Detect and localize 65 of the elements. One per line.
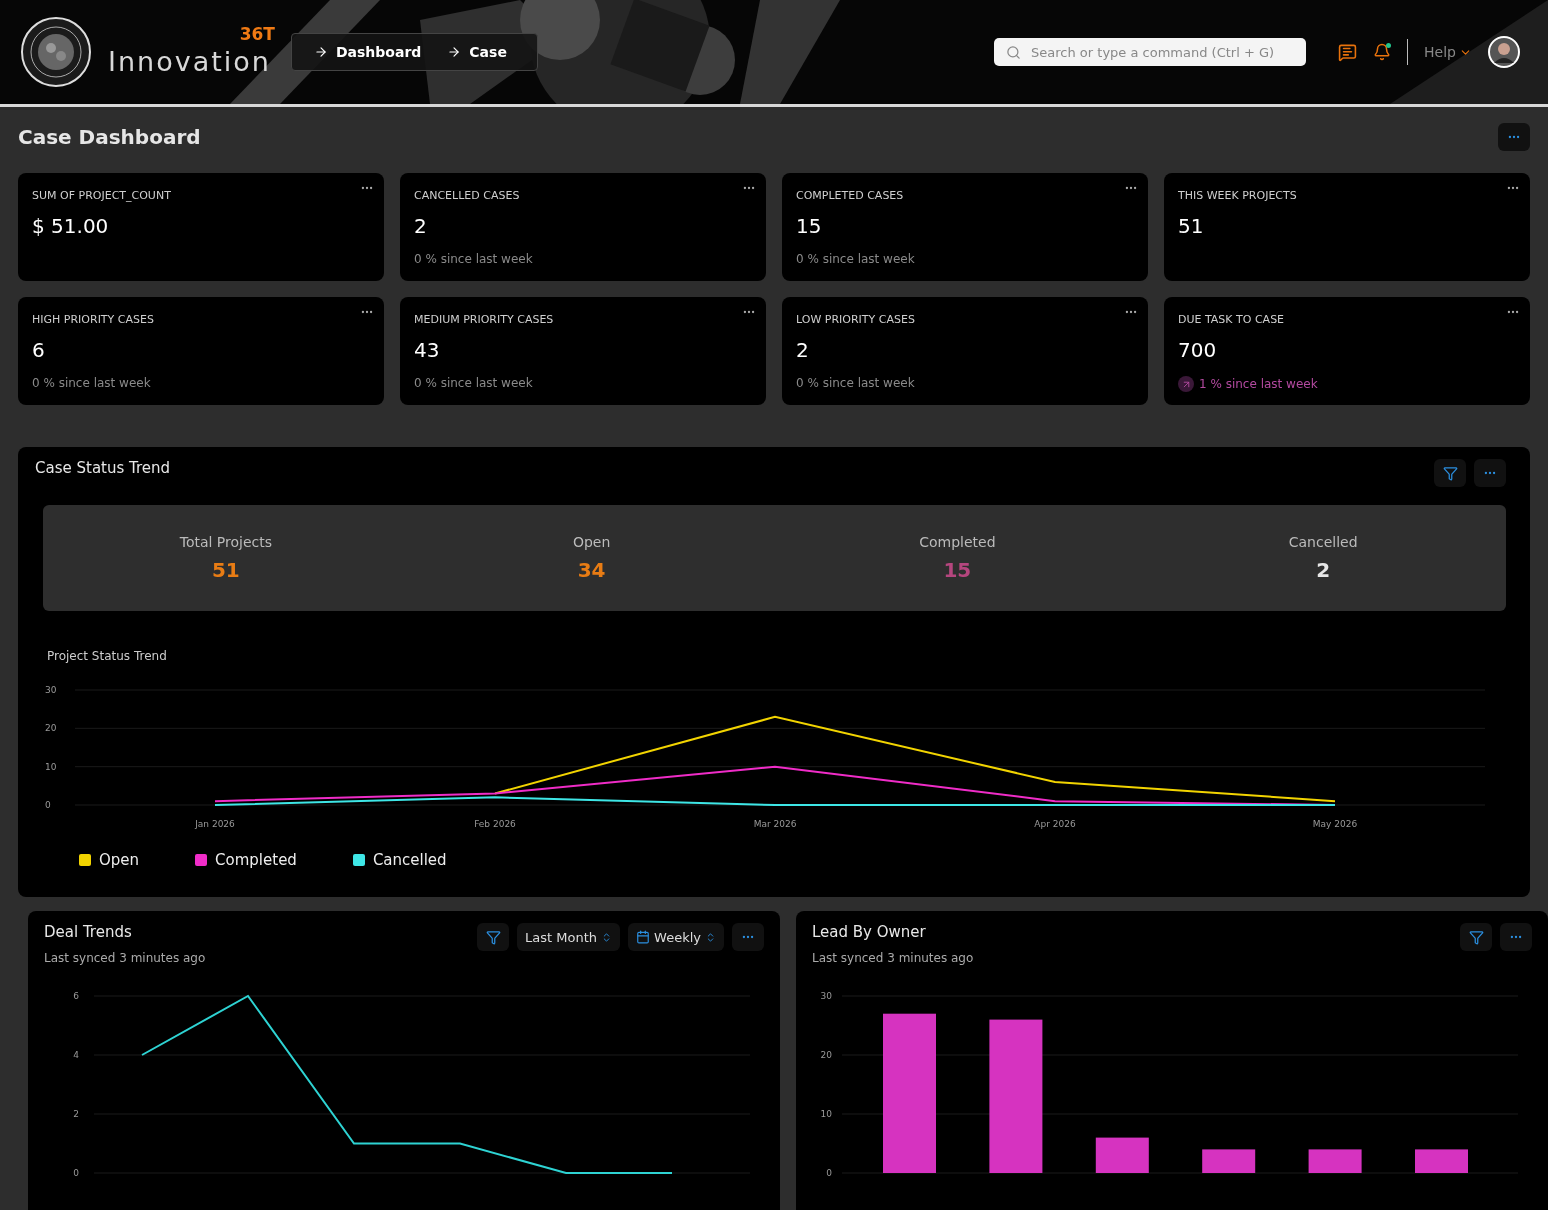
axis-label: Mar 2026 (753, 819, 797, 829)
kpi-value: 6 (32, 338, 46, 362)
kpi-title: SUM OF PROJECT_COUNT (32, 189, 172, 202)
kpi-title: DUE TASK TO CASE (1178, 313, 1286, 326)
kpi-title: LOW PRIORITY CASES (796, 313, 916, 326)
axis-label: 30 (820, 991, 832, 1001)
axis-label: 20 (45, 723, 57, 734)
kpi-value: 15 (796, 214, 823, 238)
kpi-change: 1 % since last week (1199, 377, 1318, 391)
logo-wordmark: Innovation (108, 45, 271, 77)
kpi-value: 700 (1178, 338, 1218, 362)
kpi-title: THIS WEEK PROJECTS (1178, 189, 1298, 202)
page-title: Case Dashboard (18, 125, 201, 149)
axis-label: 0 (45, 800, 51, 810)
stat-value: 51 (211, 558, 240, 582)
panel-title: Case Status Trend (35, 459, 171, 477)
kpi-change: 0 % since last week (796, 252, 915, 266)
panel-title: Deal Trends (44, 923, 133, 941)
axis-label: 10 (820, 1109, 832, 1119)
legend-item[interactable]: Cancelled (352, 851, 447, 869)
stat-label: Total Projects (179, 534, 273, 550)
breadcrumb-link[interactable]: Case (447, 44, 507, 60)
kpi-value: 2 (796, 338, 810, 362)
axis-label: 10 (45, 761, 57, 772)
kpi-value: 2 (414, 214, 428, 238)
axis-label: Jan 2026 (195, 819, 235, 829)
stat-label: Open (572, 534, 611, 550)
stat-value: 15 (943, 558, 972, 582)
kpi-title: HIGH PRIORITY CASES (32, 313, 155, 326)
legend-item[interactable]: Open (79, 851, 140, 869)
stat-label: Cancelled (1288, 534, 1358, 550)
kpi-change: 0 % since last week (414, 252, 533, 266)
axis-label: 4 (73, 1050, 79, 1060)
kpi-title: MEDIUM PRIORITY CASES (414, 313, 555, 326)
panel-title: Lead By Owner (812, 923, 927, 941)
kpi-value: 43 (414, 338, 441, 362)
sync-status: Last synced 3 minutes ago (812, 951, 974, 965)
kpi-change: 0 % since last week (796, 376, 915, 390)
kpi-title: CANCELLED CASES (414, 189, 521, 202)
kpi-change: 0 % since last week (32, 376, 151, 390)
axis-label: May 2026 (1312, 819, 1358, 829)
interval-select[interactable]: Weekly (628, 923, 724, 951)
legend-item[interactable]: Completed (195, 851, 297, 869)
axis-label: 6 (73, 991, 79, 1001)
axis-label: 20 (820, 1050, 832, 1060)
kpi-change: 0 % since last week (414, 376, 533, 390)
axis-label: Feb 2026 (474, 819, 516, 829)
chart-title: Project Status Trend (47, 649, 168, 663)
logo-superscript: 36T (239, 23, 275, 44)
kpi-value: 51 (1178, 214, 1205, 238)
stat-label: Completed (919, 534, 996, 550)
help-menu[interactable]: Help (1424, 44, 1472, 60)
kpi-value: $ 51.00 (32, 214, 110, 238)
stat-value: 2 (1316, 558, 1331, 582)
search-field[interactable]: Search or type a command (Ctrl + G) (994, 38, 1307, 66)
sync-status: Last synced 3 minutes ago (44, 951, 206, 965)
axis-label: 0 (826, 1168, 832, 1178)
period-select[interactable]: Last Month (517, 923, 621, 951)
kpi-title: COMPLETED CASES (796, 189, 905, 202)
axis-label: Apr 2026 (1034, 819, 1076, 829)
axis-label: 30 (45, 685, 57, 695)
axis-label: 0 (73, 1168, 79, 1178)
stat-value: 34 (577, 558, 606, 582)
axis-label: 2 (73, 1109, 79, 1119)
breadcrumb-link[interactable]: Dashboard (313, 44, 422, 60)
